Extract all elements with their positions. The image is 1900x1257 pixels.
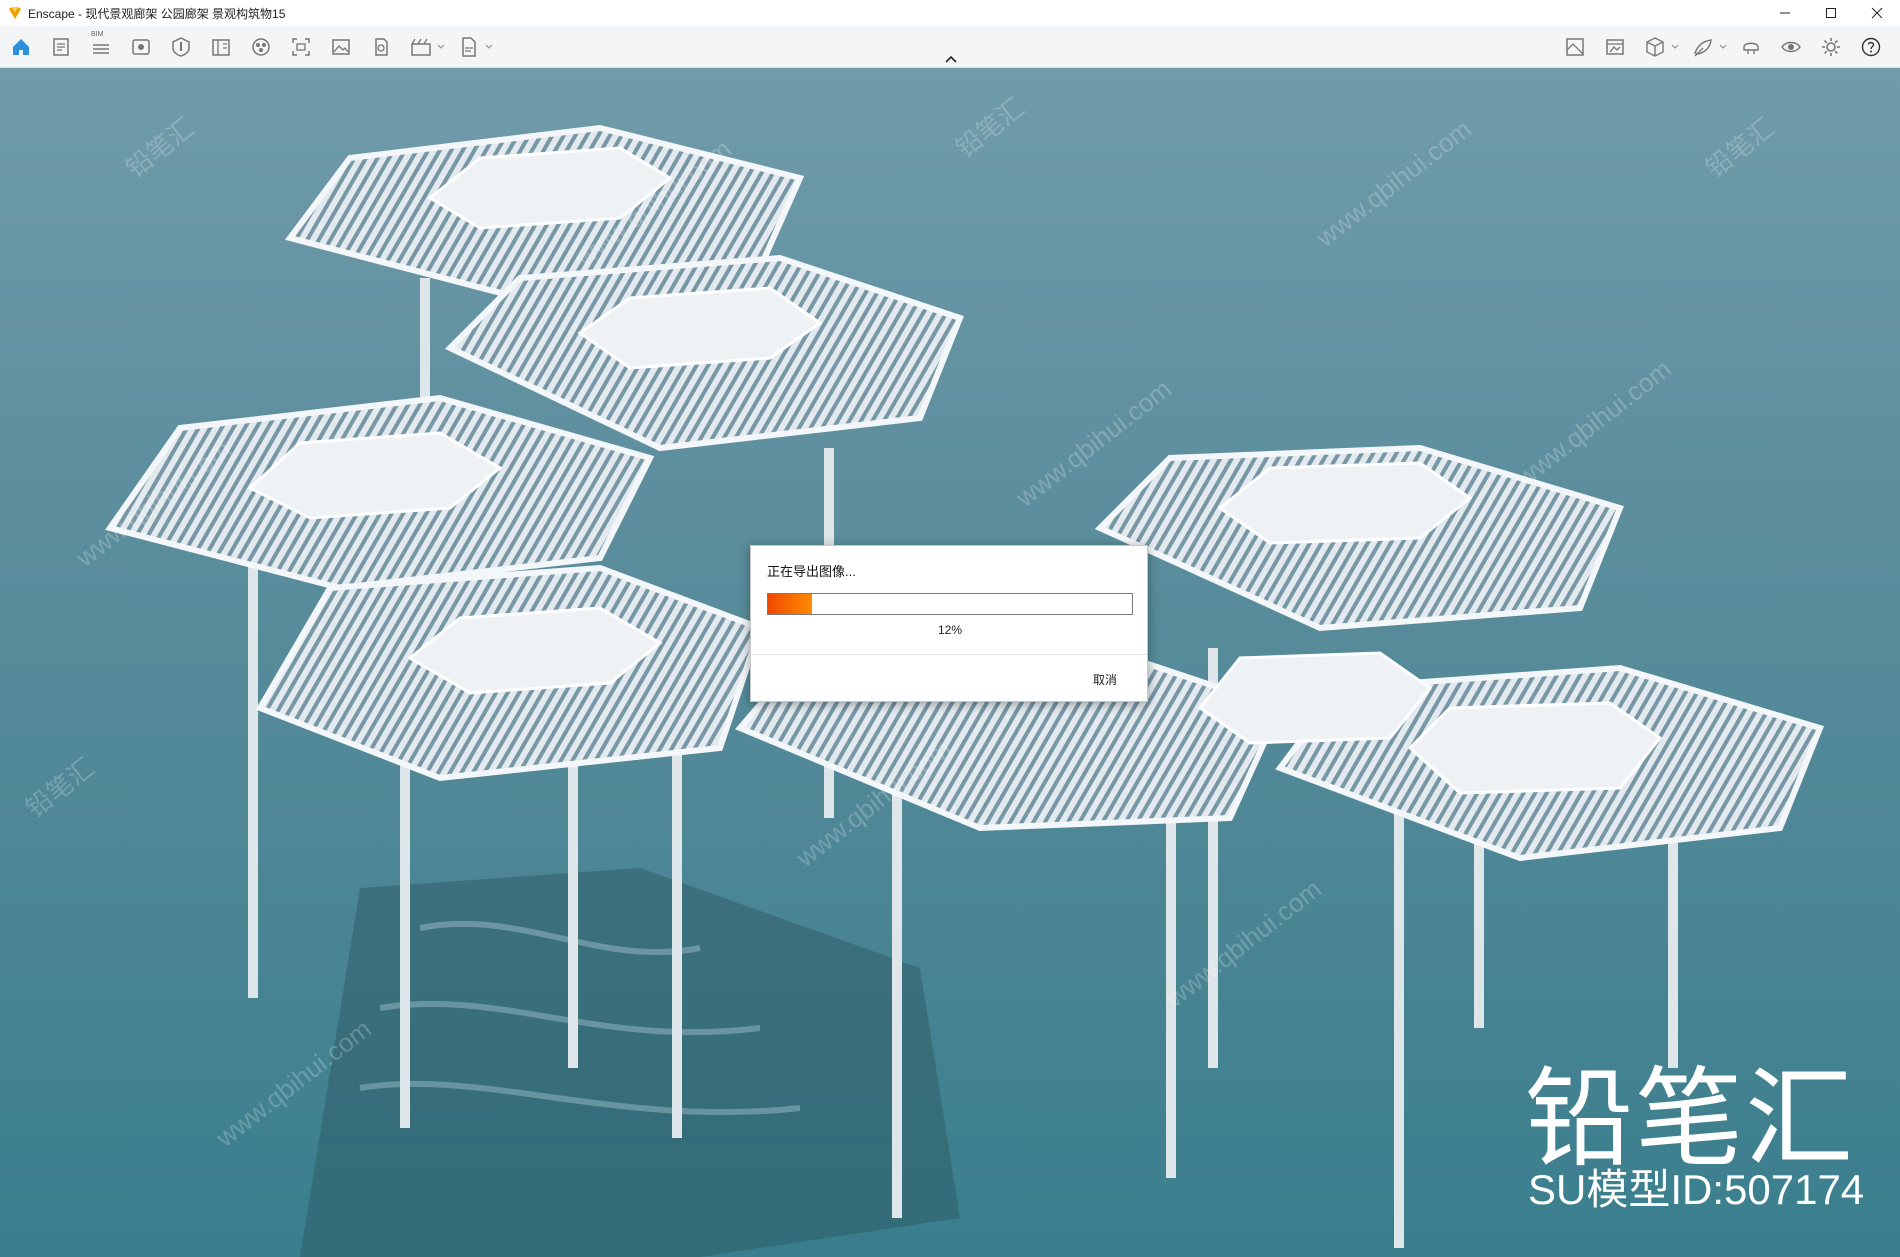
file-icon	[53, 38, 69, 56]
asset-library-icon	[252, 38, 270, 56]
progress-percent: 12%	[937, 623, 963, 637]
image-export-icon	[332, 39, 350, 55]
asset-library-button[interactable]	[246, 32, 276, 62]
close-icon	[1871, 7, 1883, 19]
progress-bar	[767, 593, 1133, 615]
minimize-button[interactable]	[1762, 0, 1808, 26]
video-icon	[411, 38, 431, 56]
exe-export-button[interactable]	[454, 32, 493, 62]
chevron-down-icon[interactable]	[437, 43, 445, 51]
eye-icon	[1781, 41, 1801, 53]
video-button[interactable]	[406, 32, 445, 62]
maximize-button[interactable]	[1808, 0, 1854, 26]
vr-headset-button[interactable]	[1736, 32, 1766, 62]
window-title: Enscape - 现代景观廊架 公园廊架 景观构筑物15	[28, 6, 286, 21]
batch-render-button[interactable]	[1600, 32, 1630, 62]
toolbar-right-group	[1560, 32, 1896, 62]
cube-button[interactable]	[1640, 32, 1679, 62]
collapse-toolbar-icon[interactable]	[944, 54, 958, 64]
cube-icon	[1646, 37, 1664, 57]
home-icon	[13, 39, 29, 55]
chevron-down-icon[interactable]	[485, 43, 493, 51]
book-icon	[212, 39, 230, 56]
view-button[interactable]	[126, 32, 156, 62]
export-progress-dialog: 正在导出图像... 12% 取消	[750, 545, 1148, 702]
bim-button[interactable]: BIM	[86, 31, 116, 62]
settings-icon	[1822, 38, 1840, 56]
chevron-down-icon[interactable]	[1671, 43, 1679, 51]
image-export-button[interactable]	[326, 32, 356, 62]
window-controls	[1762, 0, 1900, 26]
eye-button[interactable]	[1776, 32, 1806, 62]
watermark-model-id: SU模型ID:507174	[1528, 1166, 1865, 1213]
batch-render-icon	[1606, 39, 1624, 55]
chevron-down-icon[interactable]	[1719, 43, 1727, 51]
maximize-icon	[1826, 8, 1836, 18]
settings-button[interactable]	[1816, 32, 1846, 62]
cancel-button[interactable]: 取消	[1093, 671, 1117, 688]
visual-settings-button[interactable]	[166, 32, 196, 62]
bim-icon	[93, 44, 109, 54]
exe-export-icon	[462, 37, 476, 57]
panorama-button[interactable]	[366, 32, 396, 62]
home-button[interactable]	[6, 32, 36, 62]
bim-label: BIM	[91, 31, 104, 38]
progress-bar-fill	[768, 594, 812, 614]
screenshot-button[interactable]	[286, 32, 316, 62]
help-icon	[1861, 37, 1881, 57]
close-button[interactable]	[1854, 0, 1900, 26]
sun-button[interactable]	[206, 32, 236, 62]
map-icon	[1566, 38, 1584, 56]
map-button[interactable]	[1560, 32, 1590, 62]
file-button[interactable]	[46, 32, 76, 62]
collaborative-icon	[1694, 39, 1712, 57]
panorama-icon	[375, 38, 388, 56]
toolbar-left-group: BIM	[6, 31, 502, 62]
vr-headset-icon	[1743, 42, 1759, 54]
screenshot-icon	[292, 38, 310, 56]
title-bar: Enscape - 现代景观廊架 公园廊架 景观构筑物15	[0, 0, 1900, 26]
minimize-icon	[1780, 12, 1790, 14]
collaborative-button[interactable]	[1688, 32, 1727, 62]
dialog-title: 正在导出图像...	[767, 564, 856, 579]
view-icon	[132, 39, 150, 55]
visual-settings-icon	[172, 37, 190, 57]
dialog-divider	[751, 654, 1147, 655]
help-button[interactable]	[1856, 32, 1886, 62]
enscape-logo-icon	[9, 7, 21, 19]
